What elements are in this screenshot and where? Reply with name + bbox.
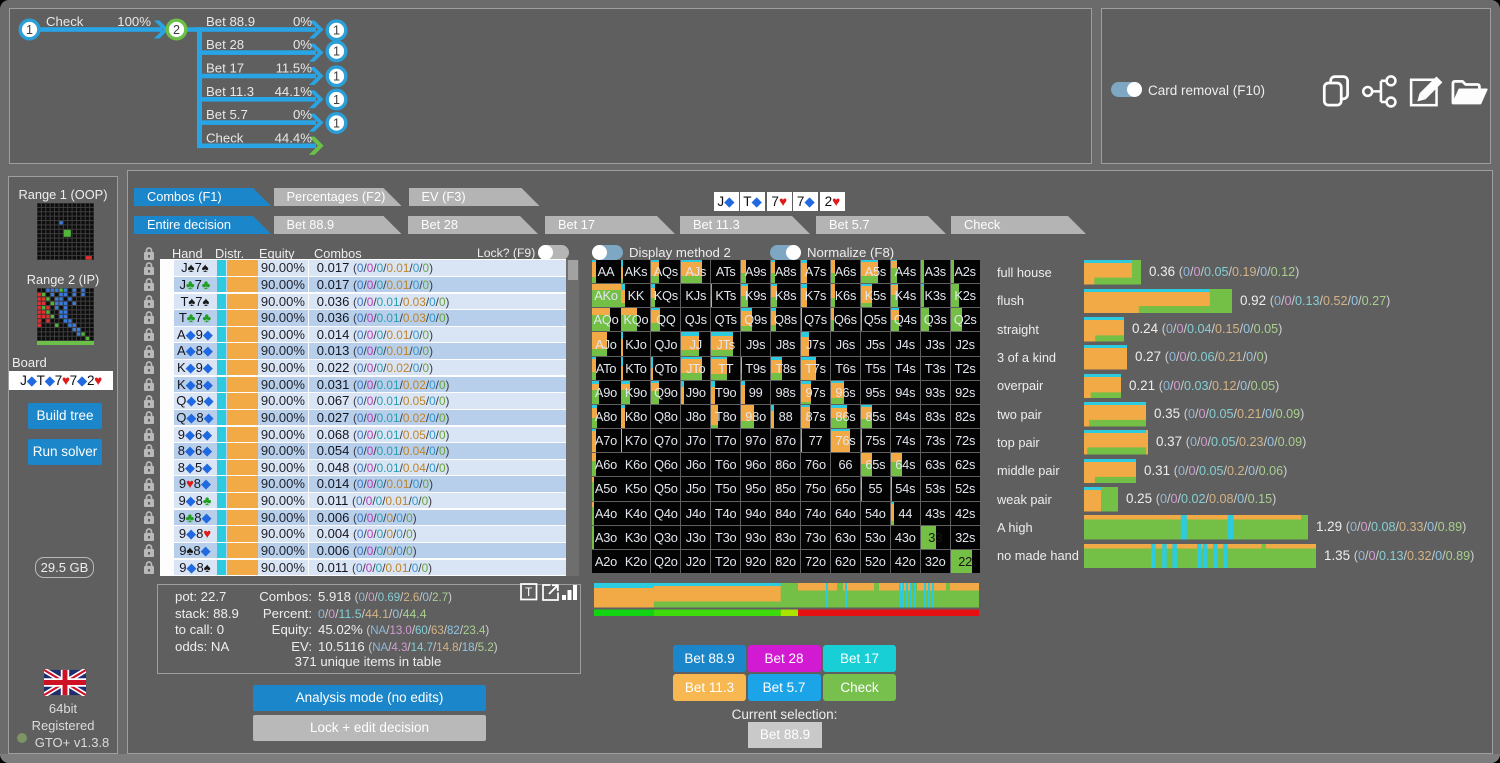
svg-text:Check: Check	[46, 14, 84, 29]
svg-text:44.1%: 44.1%	[275, 84, 313, 99]
svg-text:100%: 100%	[117, 14, 151, 29]
svg-text:2: 2	[173, 23, 180, 37]
svg-text:0%: 0%	[293, 14, 312, 29]
svg-text:1: 1	[26, 23, 33, 37]
svg-text:Check: Check	[206, 130, 244, 145]
svg-text:0%: 0%	[293, 37, 312, 52]
svg-text:1: 1	[333, 24, 340, 38]
svg-text:44.4%: 44.4%	[275, 130, 313, 145]
svg-text:0%: 0%	[293, 107, 312, 122]
svg-text:Bet 5.7: Bet 5.7	[206, 107, 248, 122]
svg-text:1: 1	[333, 116, 340, 130]
svg-text:11.5%: 11.5%	[276, 61, 313, 76]
svg-text:Bet 28: Bet 28	[206, 37, 244, 52]
svg-text:1: 1	[333, 45, 340, 59]
svg-text:1: 1	[333, 70, 340, 84]
svg-text:Bet 88.9: Bet 88.9	[206, 14, 255, 29]
svg-text:T: T	[525, 587, 532, 599]
svg-text:1: 1	[333, 93, 340, 107]
svg-text:Bet 17: Bet 17	[206, 61, 244, 76]
svg-text:Bet 11.3: Bet 11.3	[206, 84, 254, 99]
